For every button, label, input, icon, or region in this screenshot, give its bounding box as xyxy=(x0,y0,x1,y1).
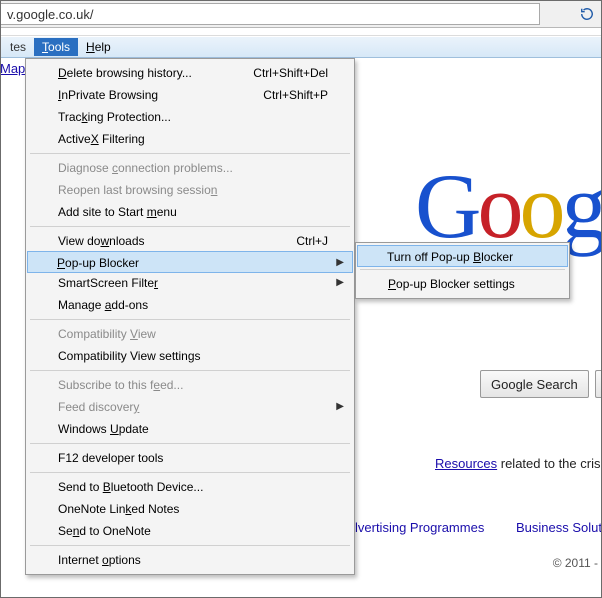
menu-truncated[interactable]: tes xyxy=(2,38,34,56)
footer-links: lvertising Programmes Business Soluti xyxy=(355,520,602,535)
menu-delete-history[interactable]: Delete browsing history...Ctrl+Shift+Del xyxy=(28,62,352,84)
refresh-icon[interactable] xyxy=(578,5,596,23)
menu-manage-addons[interactable]: Manage add-ons xyxy=(28,294,352,316)
resources-tail: related to the cris xyxy=(497,456,600,471)
bookmarks-strip xyxy=(0,28,602,36)
submenu-arrow-icon: ▶ xyxy=(336,252,344,274)
menu-add-start[interactable]: Add site to Start menu xyxy=(28,201,352,223)
menu-activex-filtering[interactable]: ActiveX Filtering xyxy=(28,128,352,150)
business-solutions-link[interactable]: Business Soluti xyxy=(516,520,602,535)
advertising-programmes-link[interactable]: lvertising Programmes xyxy=(355,520,484,535)
menu-separator xyxy=(360,269,565,270)
menu-popup-blocker[interactable]: Pop-up Blocker▶ xyxy=(27,251,353,273)
menu-separator xyxy=(30,472,350,473)
menu-internet-options[interactable]: Internet options xyxy=(28,549,352,571)
submenu-arrow-icon: ▶ xyxy=(336,272,344,294)
submenu-arrow-icon: ▶ xyxy=(336,396,344,418)
menu-reopen-session: Reopen last browsing session xyxy=(28,179,352,201)
menu-smartscreen[interactable]: SmartScreen Filter▶ xyxy=(28,272,352,294)
google-search-button[interactable]: Google Search xyxy=(480,370,589,398)
menu-separator xyxy=(30,226,350,227)
submenu-popup-settings[interactable]: Pop-up Blocker settings xyxy=(358,273,567,295)
menu-separator xyxy=(30,545,350,546)
menu-subscribe-feed: Subscribe to this feed... xyxy=(28,374,352,396)
menu-tracking-protection[interactable]: Tracking Protection... xyxy=(28,106,352,128)
menu-inprivate[interactable]: InPrivate BrowsingCtrl+Shift+P xyxy=(28,84,352,106)
menu-separator xyxy=(30,370,350,371)
menu-compat-settings[interactable]: Compatibility View settings xyxy=(28,345,352,367)
resources-link[interactable]: Resources xyxy=(435,456,497,471)
menu-diagnose: Diagnose connection problems... xyxy=(28,157,352,179)
menu-view-downloads[interactable]: View downloadsCtrl+J xyxy=(28,230,352,252)
tools-menu: Delete browsing history...Ctrl+Shift+Del… xyxy=(25,58,355,575)
address-bar: v.google.co.uk/ xyxy=(0,0,602,28)
maps-link[interactable]: Map xyxy=(0,61,25,76)
menu-windows-update[interactable]: Windows Update xyxy=(28,418,352,440)
submenu-turn-off-popup[interactable]: Turn off Pop-up Blocker xyxy=(357,245,568,267)
menu-separator xyxy=(30,443,350,444)
menu-send-bluetooth[interactable]: Send to Bluetooth Device... xyxy=(28,476,352,498)
menu-send-onenote[interactable]: Send to OneNote xyxy=(28,520,352,542)
url-field[interactable]: v.google.co.uk/ xyxy=(0,3,540,25)
resources-text: Resources related to the cris xyxy=(435,456,600,471)
menu-tools[interactable]: Tools xyxy=(34,38,78,56)
menu-separator xyxy=(30,153,350,154)
feeling-lucky-button[interactable] xyxy=(595,370,601,398)
menu-separator xyxy=(30,319,350,320)
menu-onenote-linked[interactable]: OneNote Linked Notes xyxy=(28,498,352,520)
menu-feed-discovery: Feed discovery▶ xyxy=(28,396,352,418)
copyright-text: © 2011 - xyxy=(553,556,598,570)
menu-bar: tes Tools Help xyxy=(0,36,602,58)
menu-f12-tools[interactable]: F12 developer tools xyxy=(28,447,352,469)
url-text: v.google.co.uk/ xyxy=(7,7,93,22)
popup-blocker-submenu: Turn off Pop-up Blocker Pop-up Blocker s… xyxy=(355,242,570,299)
menu-help[interactable]: Help xyxy=(78,38,119,56)
menu-compat-view: Compatibility View xyxy=(28,323,352,345)
